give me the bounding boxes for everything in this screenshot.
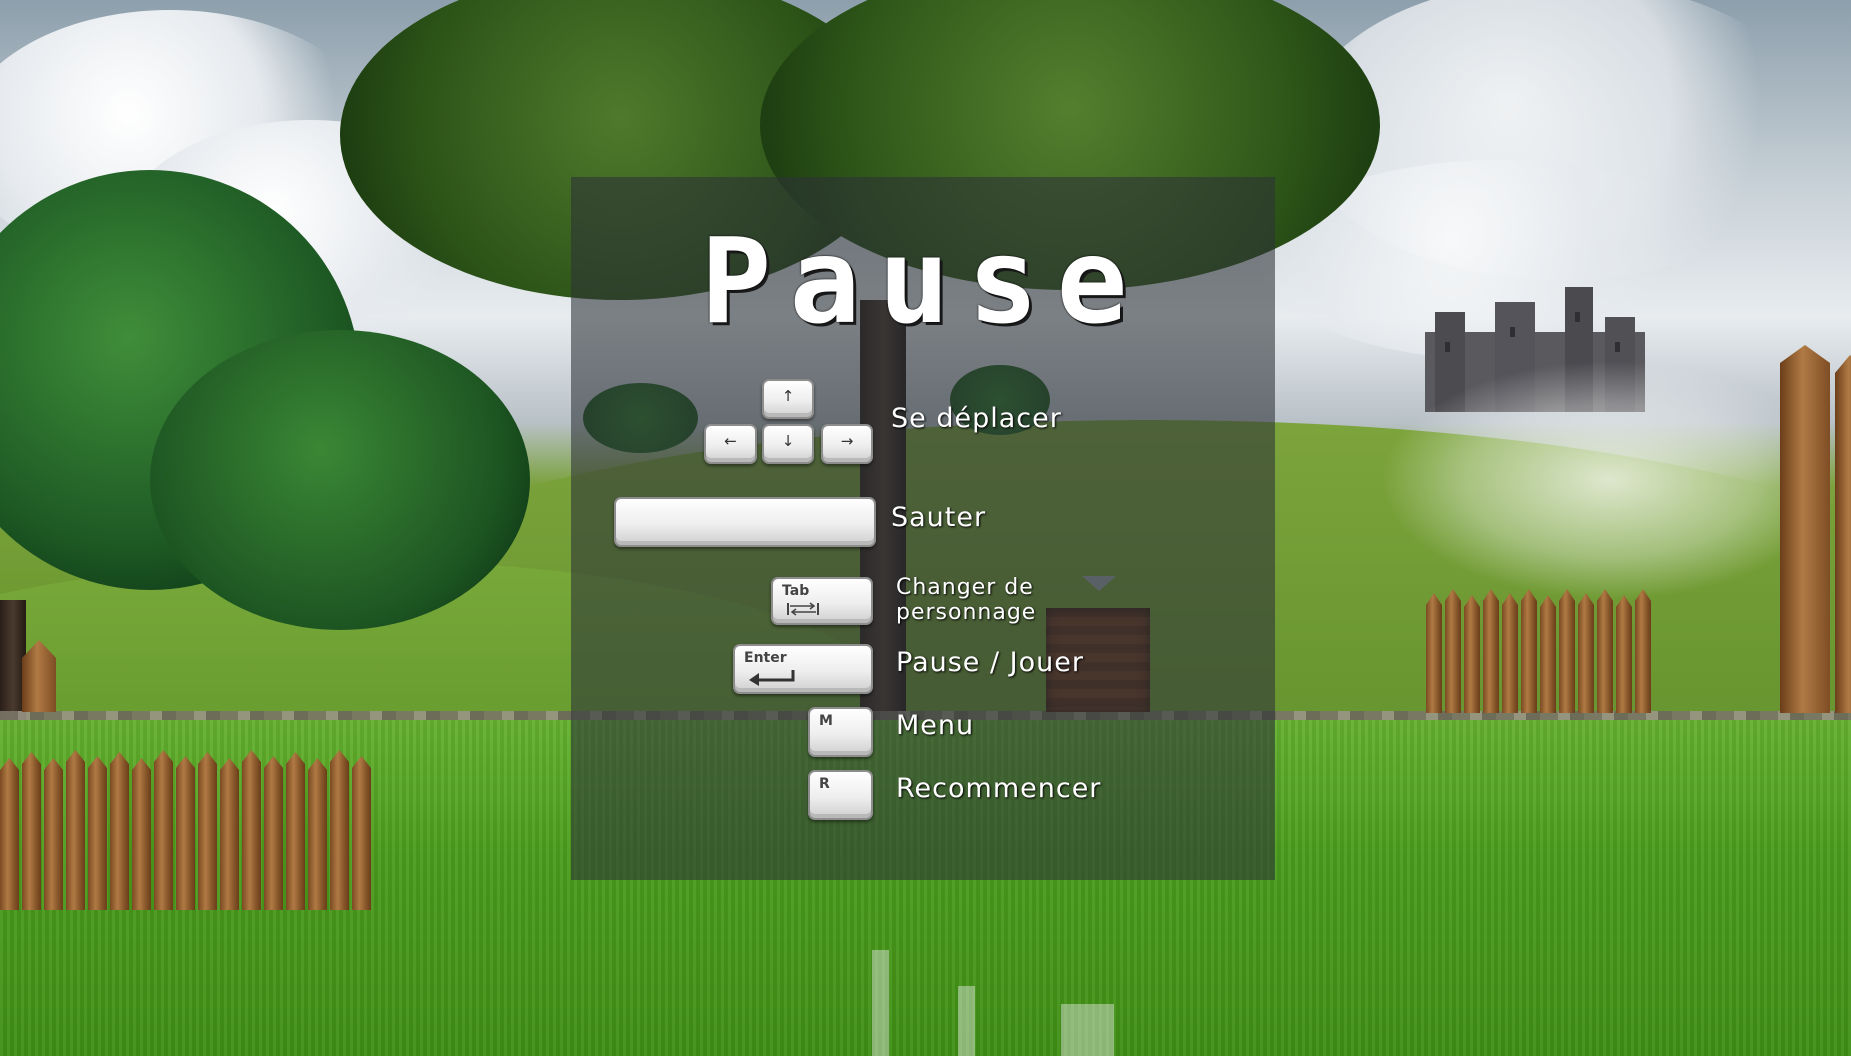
right-fence	[1426, 588, 1654, 713]
light-bar	[1061, 1004, 1114, 1056]
arrow-down-key-icon: ↓	[762, 424, 814, 464]
arrow-left-glyph: ←	[724, 432, 737, 450]
enter-key-cap: Enter	[744, 650, 787, 666]
arrow-up-glyph: ↑	[781, 387, 795, 405]
arrow-left-key-icon: ←	[704, 424, 757, 464]
jump-label: Sauter	[891, 502, 987, 533]
light-bar	[872, 950, 889, 1056]
spacebar-key-icon	[614, 497, 876, 547]
arrow-down-glyph: ↓	[781, 432, 795, 450]
arrow-right-key-icon: →	[821, 424, 873, 464]
restart-label: Recommencer	[896, 773, 1102, 804]
r-key-cap: R	[819, 776, 830, 792]
menu-label: Menu	[896, 710, 975, 741]
r-key-icon: R	[808, 770, 873, 820]
light-bar	[958, 986, 975, 1056]
switch-character-label: Changer de personnage	[896, 575, 1037, 625]
pause-play-label: Pause / Jouer	[896, 647, 1084, 678]
arrow-right-glyph: →	[840, 432, 854, 450]
enter-arrow-icon	[749, 670, 795, 686]
tab-key-cap: Tab	[782, 583, 810, 599]
tab-arrow-icon	[787, 602, 819, 616]
tab-key-icon: Tab	[771, 577, 873, 625]
m-key-cap: M	[819, 713, 833, 729]
fence-post	[1780, 345, 1830, 713]
arrow-up-key-icon: ↑	[762, 379, 814, 419]
tree-foliage	[150, 330, 530, 630]
m-key-icon: M	[808, 707, 873, 757]
pause-panel: Pause ↑ ← ↓ → Se déplacer Sauter Tab Cha…	[571, 177, 1275, 880]
left-fence	[0, 748, 374, 910]
mist	[1380, 360, 1840, 600]
fence-post	[1835, 355, 1851, 713]
pause-title: Pause	[700, 212, 1146, 350]
enter-key-icon: Enter	[733, 644, 873, 694]
move-label: Se déplacer	[891, 403, 1062, 434]
